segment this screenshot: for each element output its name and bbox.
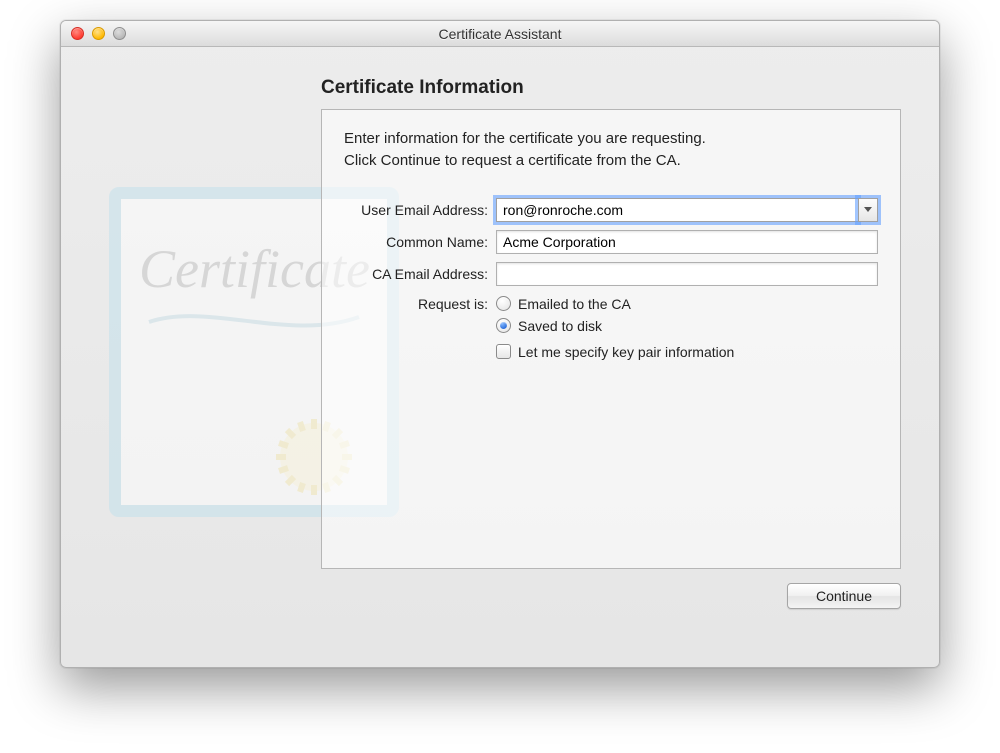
radio-saved-indicator	[496, 318, 511, 333]
continue-button[interactable]: Continue	[787, 583, 901, 609]
chevron-down-icon	[864, 207, 872, 212]
button-row: Continue	[321, 583, 901, 609]
titlebar: Certificate Assistant	[61, 21, 939, 47]
certificate-assistant-window: Certificate Assistant Certificate	[60, 20, 940, 668]
minimize-button[interactable]	[92, 27, 105, 40]
radio-emailed-to-ca[interactable]: Emailed to the CA	[496, 296, 878, 312]
window-controls	[61, 27, 126, 40]
instructions-line2: Click Continue to request a certificate …	[344, 152, 681, 169]
user-email-dropdown-button[interactable]	[858, 198, 878, 222]
radio-emailed-indicator	[496, 296, 511, 311]
radio-saved-to-disk[interactable]: Saved to disk	[496, 318, 878, 334]
ca-email-input[interactable]	[496, 262, 878, 286]
keypair-checkbox-label: Let me specify key pair information	[518, 344, 734, 360]
content-area: Certificate Certificate Information	[61, 47, 939, 667]
request-is-row: Request is: Emailed to the CA Saved to d…	[344, 294, 878, 366]
radio-emailed-label: Emailed to the CA	[518, 296, 631, 312]
form-panel: Enter information for the certificate yo…	[321, 109, 901, 569]
radio-saved-label: Saved to disk	[518, 318, 602, 334]
user-email-input[interactable]	[496, 198, 858, 222]
keypair-checkbox	[496, 344, 511, 359]
instructions: Enter information for the certificate yo…	[344, 128, 878, 172]
section-heading: Certificate Information	[321, 77, 901, 99]
common-name-input[interactable]	[496, 230, 878, 254]
keypair-checkbox-row[interactable]: Let me specify key pair information	[496, 344, 878, 360]
common-name-label: Common Name:	[344, 234, 496, 250]
user-email-combo	[496, 198, 878, 222]
user-email-label: User Email Address:	[344, 202, 496, 218]
instructions-line1: Enter information for the certificate yo…	[344, 130, 706, 147]
zoom-button[interactable]	[113, 27, 126, 40]
close-button[interactable]	[71, 27, 84, 40]
ca-email-label: CA Email Address:	[344, 266, 496, 282]
window-title: Certificate Assistant	[61, 26, 939, 42]
user-email-row: User Email Address:	[344, 198, 878, 222]
common-name-row: Common Name:	[344, 230, 878, 254]
ca-email-row: CA Email Address:	[344, 262, 878, 286]
request-is-label: Request is:	[344, 294, 496, 312]
